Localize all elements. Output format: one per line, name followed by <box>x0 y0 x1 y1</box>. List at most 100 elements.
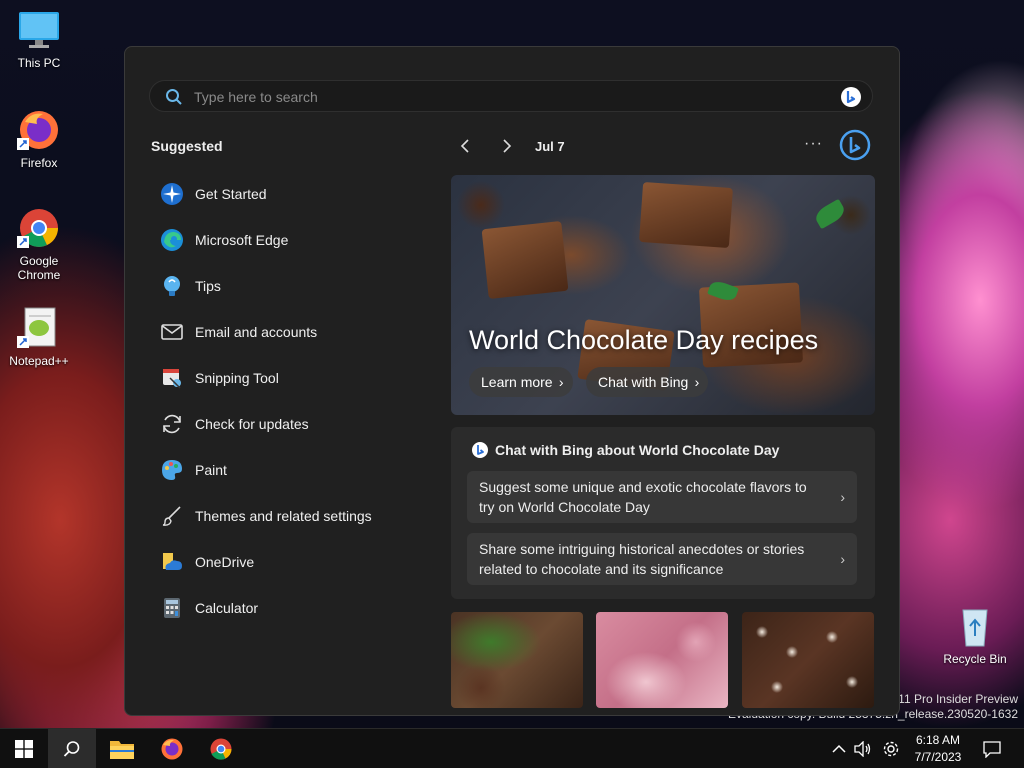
notepad-plus-plus-icon <box>17 306 61 350</box>
taskbar-chrome[interactable] <box>197 729 245 768</box>
firefox-icon <box>161 738 183 760</box>
app-item-snipping-tool[interactable]: Snipping Tool <box>159 355 419 401</box>
desktop-icon-label: Notepad++ <box>9 354 69 368</box>
search-box[interactable] <box>149 80 873 112</box>
thumbnail-cocoa[interactable] <box>451 612 583 708</box>
app-item-email-and-accounts[interactable]: Email and accounts <box>159 309 419 355</box>
chevron-right-icon: › <box>840 551 845 567</box>
onedrive-icon <box>159 549 185 575</box>
previous-button[interactable] <box>455 135 477 157</box>
learn-more-button[interactable]: Learn more › <box>469 367 573 397</box>
app-item-label: Snipping Tool <box>195 370 279 386</box>
taskbar-file-explorer[interactable] <box>98 729 146 768</box>
thumbnail-pink-chocolate[interactable] <box>596 612 728 708</box>
app-item-label: Check for updates <box>195 416 309 432</box>
edge-icon <box>159 227 185 253</box>
bing-icon[interactable] <box>840 86 862 113</box>
taskbar-search-button[interactable] <box>48 729 96 768</box>
bing-chat-button[interactable] <box>839 129 871 166</box>
bing-chat-prompt[interactable]: Share some intriguing historical anecdot… <box>467 533 857 585</box>
start-button[interactable] <box>0 729 48 768</box>
app-item-label: Calculator <box>195 600 259 616</box>
snipping-tool-icon <box>159 365 185 391</box>
desktop-icon-google-chrome[interactable]: Google Chrome <box>4 206 74 282</box>
app-item-tips[interactable]: Tips <box>159 263 419 309</box>
brownie-image <box>481 221 569 299</box>
hero-title: World Chocolate Day recipes <box>469 325 819 355</box>
suggested-app-list: Get Started Microsoft Edge Tips Email an… <box>159 171 419 631</box>
app-item-label: Email and accounts <box>195 324 318 340</box>
app-item-label: Themes and related settings <box>195 508 372 524</box>
brownie-image <box>639 181 733 249</box>
learn-more-label: Learn more <box>481 374 553 390</box>
bing-chat-card: Chat with Bing about World Chocolate Day… <box>451 427 875 599</box>
suggested-heading: Suggested <box>151 138 223 154</box>
show-hidden-icons-button[interactable] <box>828 729 850 768</box>
prompt-text: Suggest some unique and exotic chocolate… <box>479 479 807 515</box>
paint-icon <box>159 457 185 483</box>
notifications-button[interactable] <box>978 729 1006 768</box>
desktop-icon-label: Google Chrome <box>17 254 61 282</box>
desktop-icon-firefox[interactable]: Firefox <box>4 108 74 170</box>
search-icon <box>63 741 80 757</box>
bing-chat-card-header: Chat with Bing about World Chocolate Day <box>471 441 779 459</box>
chevron-right-icon <box>503 139 512 153</box>
speaker-icon <box>854 741 871 757</box>
volume-button[interactable] <box>852 729 874 768</box>
chat-with-bing-button[interactable]: Chat with Bing › <box>586 367 709 397</box>
settings-tray-button[interactable] <box>880 729 902 768</box>
feed-nav: Jul 7 ··· <box>451 129 875 161</box>
chat-with-bing-label: Chat with Bing <box>598 374 689 390</box>
monitor-icon <box>17 8 61 52</box>
search-input[interactable] <box>194 87 794 107</box>
clock-date: 7/7/2023 <box>914 750 962 764</box>
taskbar: 6:18 AM 7/7/2023 <box>0 728 1024 768</box>
app-item-label: Tips <box>195 278 221 294</box>
mail-icon <box>159 319 185 345</box>
app-item-themes-and-related-settings[interactable]: Themes and related settings <box>159 493 419 539</box>
tips-icon <box>159 273 185 299</box>
desktop-icon-recycle-bin[interactable]: Recycle Bin <box>940 604 1010 666</box>
taskbar-firefox[interactable] <box>148 729 196 768</box>
app-item-microsoft-edge[interactable]: Microsoft Edge <box>159 217 419 263</box>
app-item-label: Microsoft Edge <box>195 232 289 248</box>
bing-icon <box>839 129 871 161</box>
folder-icon <box>110 741 134 759</box>
app-item-label: OneDrive <box>195 554 255 570</box>
app-item-label: Get Started <box>195 186 267 202</box>
recycle-bin-icon <box>953 604 997 648</box>
app-item-label: Paint <box>195 462 227 478</box>
get-started-icon <box>159 181 185 207</box>
desktop-icon-label: This PC <box>17 56 61 70</box>
hero-card[interactable]: World Chocolate Day recipes Learn more ›… <box>451 175 875 415</box>
clock-time: 6:18 AM <box>915 733 961 747</box>
chevron-right-icon: › <box>840 489 845 505</box>
gear-icon <box>883 741 899 757</box>
start-menu: Suggested Get Started Microsoft Edge Tip… <box>124 46 900 716</box>
chrome-icon <box>210 738 232 760</box>
app-item-paint[interactable]: Paint <box>159 447 419 493</box>
app-item-check-for-updates[interactable]: Check for updates <box>159 401 419 447</box>
windows-logo-icon <box>15 740 33 758</box>
desktop-icon-notepad-plus-plus[interactable]: Notepad++ <box>4 306 74 368</box>
mint-leaf-image <box>812 198 848 230</box>
brush-icon <box>159 503 185 529</box>
app-item-get-started[interactable]: Get Started <box>159 171 419 217</box>
refresh-icon <box>159 411 185 437</box>
desktop-icon-label: Recycle Bin <box>943 652 1007 666</box>
chrome-icon <box>17 206 61 250</box>
desktop-icon-this-pc[interactable]: This PC <box>4 8 74 70</box>
app-item-onedrive[interactable]: OneDrive <box>159 539 419 585</box>
bing-chat-card-title: Chat with Bing about World Chocolate Day <box>495 442 780 458</box>
prompt-text: Share some intriguing historical anecdot… <box>479 541 805 577</box>
app-item-calculator[interactable]: Calculator <box>159 585 419 631</box>
thumbnail-pralines[interactable] <box>742 612 874 708</box>
chevron-right-icon: › <box>558 374 564 390</box>
calculator-icon <box>159 595 185 621</box>
next-button[interactable] <box>495 135 517 157</box>
desktop-icon-label: Firefox <box>20 156 58 170</box>
taskbar-clock[interactable]: 6:18 AM 7/7/2023 <box>908 732 968 766</box>
chevron-right-icon: › <box>694 374 700 390</box>
more-options-button[interactable]: ··· <box>804 135 823 153</box>
bing-chat-prompt[interactable]: Suggest some unique and exotic chocolate… <box>467 471 857 523</box>
